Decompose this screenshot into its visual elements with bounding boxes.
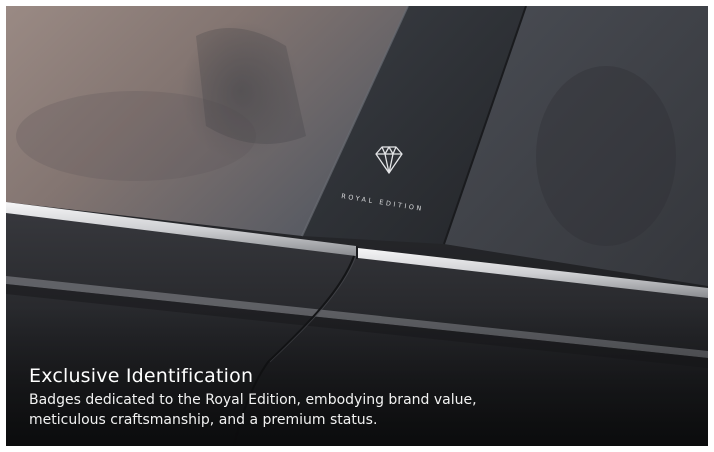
feature-caption: Exclusive Identification Badges dedicate… (29, 363, 669, 430)
caption-title: Exclusive Identification (29, 365, 254, 387)
feature-card: ROYAL EDITION Exclusive Identification B… (0, 0, 714, 452)
caption-description: Badges dedicated to the Royal Edition, e… (29, 392, 477, 428)
car-pillar-photo: ROYAL EDITION Exclusive Identification B… (6, 6, 708, 446)
